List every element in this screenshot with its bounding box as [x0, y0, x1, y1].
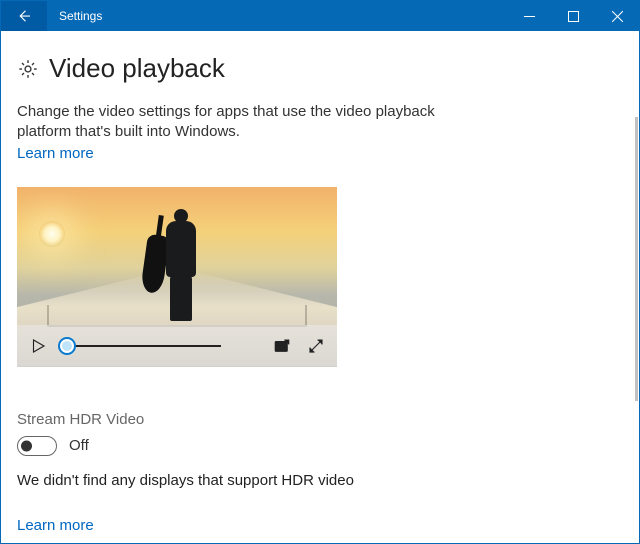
video-preview	[17, 187, 337, 367]
seek-track	[61, 345, 221, 347]
content-area: Video playback Change the video settings…	[1, 31, 639, 543]
hdr-toggle[interactable]	[17, 436, 57, 456]
play-icon	[29, 337, 47, 355]
preview-person	[142, 205, 212, 325]
hdr-section-label: Stream HDR Video	[17, 411, 623, 428]
scrollbar[interactable]	[635, 117, 638, 401]
minimize-button[interactable]	[507, 1, 551, 31]
page-description: Change the video settings for apps that …	[17, 102, 457, 143]
hdr-status-message: We didn't find any displays that support…	[17, 472, 623, 489]
video-controls-bar	[17, 325, 337, 367]
hdr-toggle-row: Off	[17, 436, 623, 456]
hdr-toggle-state: Off	[69, 437, 89, 454]
fullscreen-button[interactable]	[305, 335, 327, 357]
page-header: Video playback	[17, 53, 623, 84]
gear-icon	[17, 58, 39, 80]
window-title: Settings	[47, 1, 507, 31]
play-button[interactable]	[27, 335, 49, 357]
seek-thumb[interactable]	[58, 337, 76, 355]
hdr-toggle-knob	[21, 440, 32, 451]
settings-window: Settings Video playback Change the video…	[0, 0, 640, 544]
minimize-icon	[524, 11, 535, 22]
fullscreen-icon	[307, 337, 325, 355]
seek-slider[interactable]	[61, 336, 221, 356]
preview-sun	[39, 221, 65, 247]
picture-in-picture-button[interactable]	[271, 335, 293, 357]
hdr-learn-more-link[interactable]: Learn more	[17, 517, 94, 534]
window-controls	[507, 1, 639, 31]
close-button[interactable]	[595, 1, 639, 31]
close-icon	[612, 11, 623, 22]
titlebar: Settings	[1, 1, 639, 31]
learn-more-link[interactable]: Learn more	[17, 145, 94, 162]
back-button[interactable]	[1, 1, 47, 31]
back-arrow-icon	[15, 7, 33, 25]
picture-in-picture-icon	[273, 337, 291, 355]
maximize-icon	[568, 11, 579, 22]
maximize-button[interactable]	[551, 1, 595, 31]
page-title: Video playback	[49, 53, 225, 84]
